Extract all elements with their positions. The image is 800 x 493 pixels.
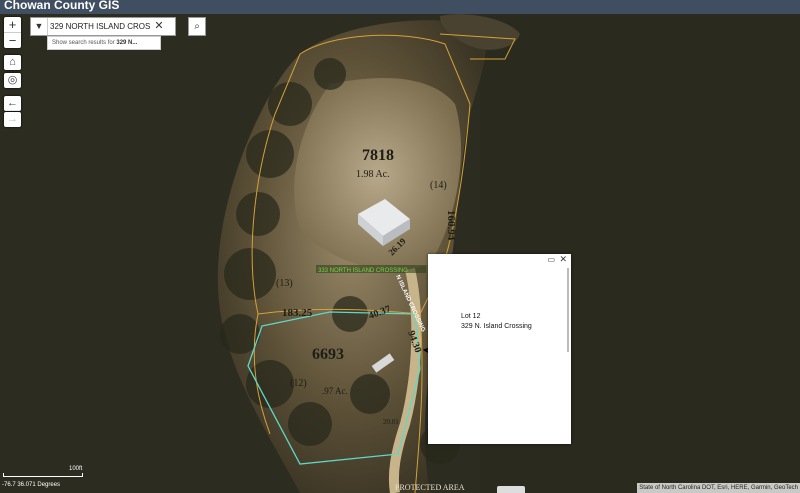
dimension-label: 183.25	[282, 307, 313, 319]
popup-content: Lot 12 329 N. Island Crossing	[461, 312, 532, 332]
forward-extent-button[interactable]: →	[4, 112, 21, 127]
popup-line-1: Lot 12	[461, 313, 481, 320]
dimension-label: 20.01	[383, 418, 399, 426]
protected-area-label: PROTECTED AREA	[395, 483, 465, 492]
arrow-right-icon: →	[7, 113, 18, 125]
map-view[interactable]: 7818 1.98 Ac. (14) 6693 .97 Ac. (12) (13…	[0, 14, 800, 493]
popup-scrollbar[interactable]	[567, 268, 569, 352]
home-button[interactable]: ⌂	[4, 55, 21, 70]
dimension-label: 160.94	[445, 210, 457, 241]
close-icon: ✕	[154, 20, 164, 32]
search-widget: ▼ ✕ ⌕	[30, 17, 206, 36]
zoom-control: + −	[4, 17, 21, 48]
search-source-dropdown[interactable]: ▼	[31, 18, 48, 35]
attribution: State of North Carolina DOT, Esri, HERE,…	[637, 483, 800, 493]
parcel-acres-7818: 1.98 Ac.	[356, 169, 390, 180]
scale-line	[3, 473, 83, 477]
clear-search-button[interactable]: ✕	[154, 18, 164, 35]
search-button[interactable]: ⌕	[188, 17, 206, 36]
suggestion-term: 329 N...	[116, 40, 138, 46]
info-popup: ▭ ✕ Lot 12 329 N. Island Crossing	[428, 254, 571, 444]
close-icon[interactable]: ✕	[559, 254, 567, 265]
scale-label: 100ft	[69, 466, 83, 472]
locate-icon: ◎	[7, 74, 18, 86]
parcel-lot-13: (13)	[276, 278, 293, 289]
suggestion-prefix: Show search results for	[52, 40, 117, 46]
parcel-id-6693: 6693	[312, 346, 344, 363]
parcel-lot-12: (12)	[290, 378, 307, 389]
zoom-out-button[interactable]: −	[4, 32, 21, 48]
search-suggestion[interactable]: Show search results for 329 N...	[47, 36, 161, 50]
caret-down-icon: ▼	[34, 21, 44, 31]
parcel-lot-14: (14)	[430, 180, 447, 191]
road-address-label: 333 NORTH ISLAND CROSSING	[318, 268, 408, 274]
search-icon: ⌕	[194, 21, 200, 32]
arrow-left-icon: ←	[7, 97, 18, 109]
maximize-icon[interactable]: ▭	[547, 255, 555, 264]
popup-line-2: 329 N. Island Crossing	[461, 323, 532, 330]
locate-button[interactable]: ◎	[4, 73, 21, 88]
parcel-acres-6693: .97 Ac.	[322, 386, 348, 396]
back-extent-button[interactable]: ←	[4, 96, 21, 111]
popup-header: ▭ ✕	[428, 254, 571, 266]
search-input[interactable]	[50, 18, 150, 34]
attribute-table-toggle[interactable]	[497, 486, 525, 493]
coordinate-readout: -76.7 36.071 Degrees	[2, 482, 61, 488]
parcel-id-7818: 7818	[362, 147, 394, 164]
home-icon: ⌂	[9, 56, 16, 68]
zoom-in-button[interactable]: +	[4, 17, 21, 32]
app-header: Chowan County GIS	[0, 0, 800, 14]
app-title: Chowan County GIS	[4, 0, 120, 12]
